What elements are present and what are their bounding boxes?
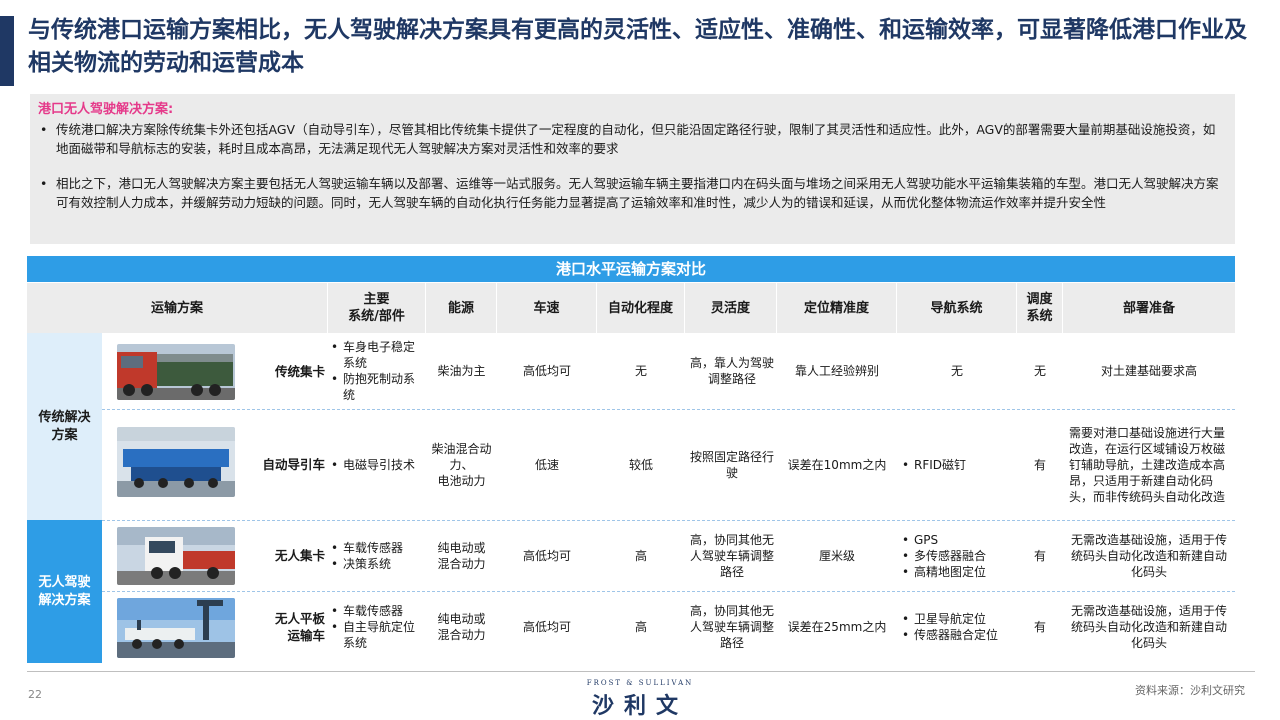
source-note: 资料来源：沙利文研究 <box>1135 684 1245 697</box>
row-autonomous-flatbed-deployment: 无需改造基础设施，适用于传统码头自动化改造和新建自动化码头 <box>1070 604 1227 650</box>
system-item: 车身电子稳定系统 <box>330 339 426 371</box>
system-item: 车载传感器 <box>330 603 426 619</box>
row-autonomous-flatbed-navigation: 卫星导航定位 传感器融合定位 <box>901 591 1017 663</box>
header-automation: 自动化程度 <box>597 283 685 333</box>
group-autonomous: 无人驾驶 解决方案 <box>27 520 102 663</box>
autonomous-flatbed-photo <box>117 598 235 658</box>
row-autonomous-flatbed-system: 车载传感器 自主导航定位系统 <box>330 591 426 663</box>
row-traditional-truck-deployment: 对土建基础要求高 <box>1100 364 1197 378</box>
agv-photo <box>117 427 235 497</box>
navigation-item: 高精地图定位 <box>901 564 986 580</box>
comparison-table: 运输方案 主要 系统/部件 能源 车速 自动化程度 灵活度 定位精准度 导航系统… <box>27 283 1235 663</box>
row-traditional-truck-system: 车身电子稳定系统 防抱死制动系统 <box>330 333 426 409</box>
row-autonomous-flatbed-precision: 误差在25mm之内 <box>787 620 887 634</box>
row-autonomous-truck-navigation: GPS 多传感器融合 高精地图定位 <box>901 520 1017 591</box>
row-autonomous-flatbed-energy: 纯电动或 混合动力 <box>437 612 486 642</box>
row-agv-energy: 柴油混合动力、 电池动力 <box>431 441 492 488</box>
table-banner: 港口水平运输方案对比 <box>27 256 1235 282</box>
footer-divider <box>27 671 1255 672</box>
group-traditional: 传统解决 方案 <box>27 333 102 520</box>
row-traditional-truck-flexibility: 高，靠人为驾驶调整路径 <box>689 356 774 386</box>
header-flexibility: 灵活度 <box>685 283 777 333</box>
autonomous-truck-photo <box>117 527 235 585</box>
page-number: 22 <box>28 688 42 701</box>
row-autonomous-truck-deployment: 无需改造基础设施，适用于传统码头自动化改造和新建自动化码头 <box>1070 532 1227 579</box>
intro-panel: 港口无人驾驶解决方案: • 传统港口解决方案除传统集卡外还包括AGV（自动导引车）… <box>30 94 1235 244</box>
row-autonomous-truck-system: 车载传感器 决策系统 <box>330 520 426 591</box>
header-system: 主要 系统/部件 <box>328 283 426 333</box>
row-agv-precision: 误差在10mm之内 <box>787 457 887 472</box>
bullet-dot: • <box>40 176 48 191</box>
navigation-item: 传感器融合定位 <box>901 627 998 643</box>
row-traditional-truck-automation: 无 <box>634 364 647 378</box>
row-traditional-truck-energy: 柴油为主 <box>437 364 486 378</box>
row-autonomous-flatbed-automation: 高 <box>634 620 647 634</box>
row-autonomous-flatbed-flexibility: 高，协同其他无人驾驶车辆调整路径 <box>689 604 774 650</box>
header-navigation: 导航系统 <box>897 283 1017 333</box>
system-item: 自主导航定位系统 <box>330 619 426 651</box>
row-autonomous-truck-flexibility: 高，协同其他无人驾驶车辆调整路径 <box>689 532 774 579</box>
row-agv-dispatch: 有 <box>1033 457 1046 472</box>
row-traditional-truck-speed: 高低均可 <box>522 364 571 378</box>
row-agv-flexibility: 按照固定路径行驶 <box>689 449 774 480</box>
row-name-traditional-truck: 传统集卡 <box>274 363 325 379</box>
system-item: 车载传感器 <box>330 540 403 556</box>
row-autonomous-truck-energy: 纯电动或 混合动力 <box>437 540 486 571</box>
page-title: 与传统港口运输方案相比，无人驾驶解决方案具有更高的灵活性、适应性、准确性、和运输… <box>28 17 1247 76</box>
row-autonomous-truck-precision: 厘米级 <box>818 548 855 563</box>
row-agv-navigation: RFID磁钉 <box>901 409 1017 520</box>
row-agv-system: 电磁导引技术 <box>330 409 426 520</box>
row-autonomous-truck-automation: 高 <box>634 548 647 563</box>
navigation-item: GPS <box>901 532 986 548</box>
brand-tagline: FROST & SULLIVAN <box>586 679 694 687</box>
row-autonomous-flatbed-dispatch: 有 <box>1033 620 1046 634</box>
row-agv-automation: 较低 <box>628 457 653 472</box>
traditional-truck-photo <box>117 344 235 400</box>
title-accent-bar <box>0 16 14 86</box>
header-precision: 定位精准度 <box>777 283 897 333</box>
system-item: 电磁导引技术 <box>330 457 415 473</box>
intro-bullet-2: • 相比之下，港口无人驾驶解决方案主要包括无人驾驶运输车辆以及部署、运维等一站式服… <box>40 176 1219 210</box>
row-name-autonomous-flatbed: 无人平板 运输车 <box>274 611 325 643</box>
row-name-agv: 自动导引车 <box>262 457 325 472</box>
navigation-item: RFID磁钉 <box>901 457 966 473</box>
navigation-item: 卫星导航定位 <box>901 611 998 627</box>
row-autonomous-truck-speed: 高低均可 <box>522 548 571 563</box>
bullet-dot: • <box>40 122 48 137</box>
row-agv-speed: 低速 <box>534 457 559 472</box>
navigation-item: 多传感器融合 <box>901 548 986 564</box>
row-traditional-truck-navigation: 无 <box>950 364 963 378</box>
row-autonomous-flatbed-speed: 高低均可 <box>522 620 571 634</box>
row-agv-deployment: 需要对港口基础设施进行大量改造，在运行区域铺设万枚磁钉辅助导航，土建改造成本高昂… <box>1069 425 1226 504</box>
row-traditional-truck-precision: 靠人工经验辨别 <box>794 364 879 378</box>
row-traditional-truck-dispatch: 无 <box>1033 364 1046 378</box>
header-speed: 车速 <box>497 283 597 333</box>
intro-bullet-1: • 传统港口解决方案除传统集卡外还包括AGV（自动导引车），尽管其相比传统集卡提供… <box>40 122 1216 156</box>
intro-bullets: • 传统港口解决方案除传统集卡外还包括AGV（自动导引车），尽管其相比传统集卡提供… <box>38 120 1227 212</box>
row-autonomous-truck-dispatch: 有 <box>1033 548 1046 563</box>
header-dispatch: 调度 系统 <box>1017 283 1063 333</box>
row-name-autonomous-truck: 无人集卡 <box>274 548 325 563</box>
system-item: 防抱死制动系统 <box>330 371 426 403</box>
header-energy: 能源 <box>426 283 497 333</box>
intro-heading: 港口无人驾驶解决方案: <box>38 102 174 117</box>
header-scheme: 运输方案 <box>27 283 328 333</box>
system-item: 决策系统 <box>330 556 403 572</box>
brand-logo: 沙利文 <box>591 694 688 719</box>
header-deployment: 部署准备 <box>1063 283 1235 333</box>
